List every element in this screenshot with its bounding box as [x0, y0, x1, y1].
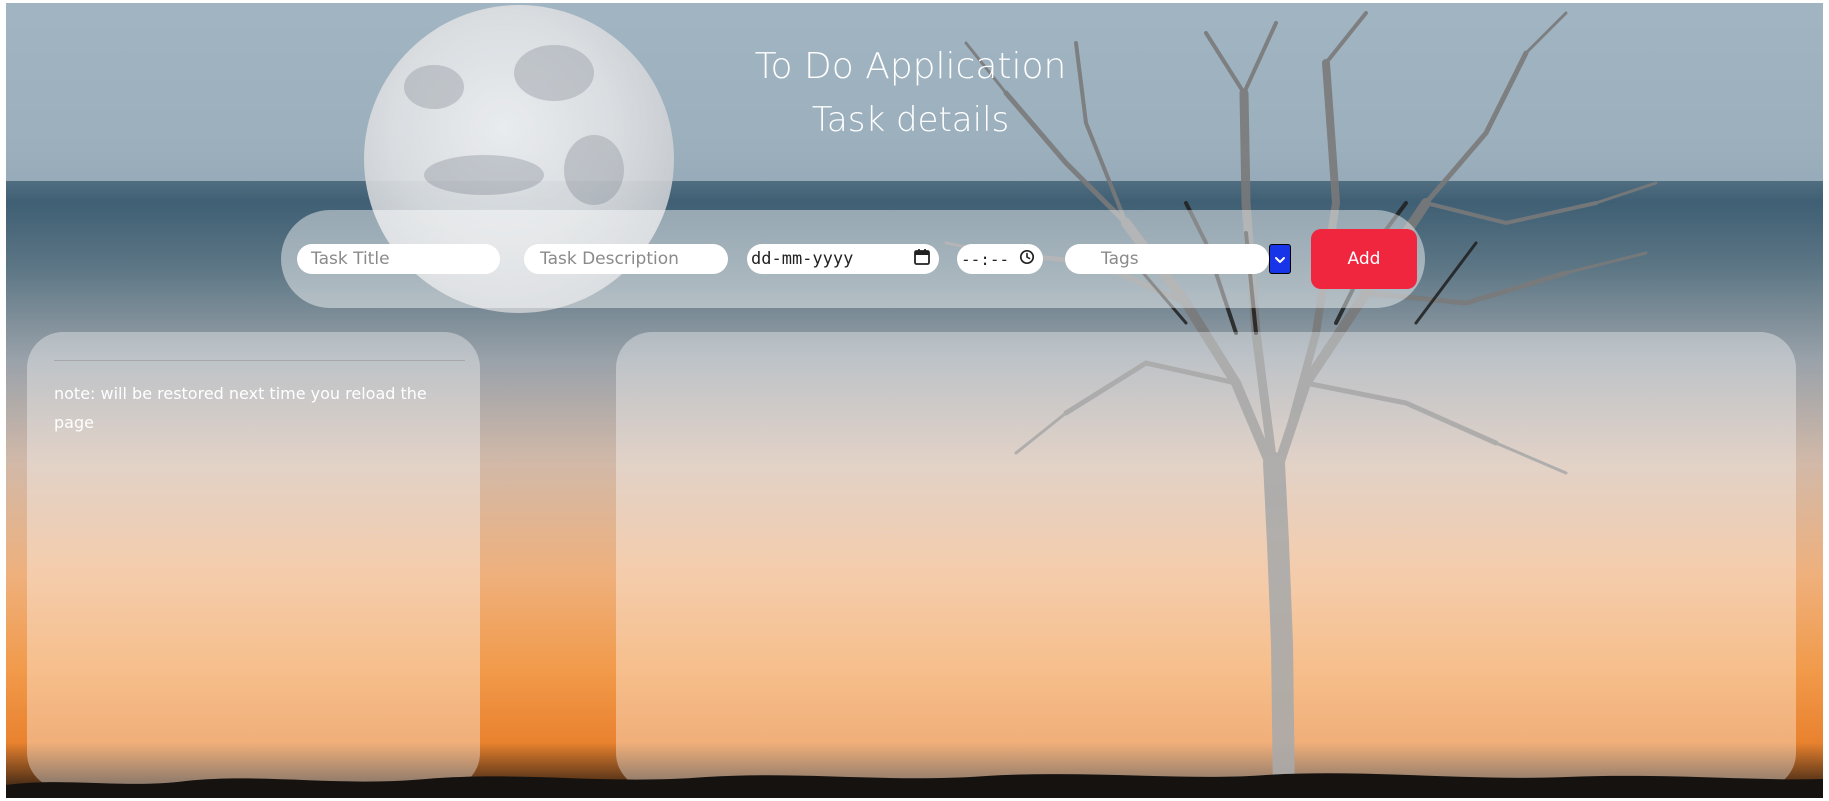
ground-silhouette [6, 773, 1823, 798]
notes-panel: note: will be restored next time you rel… [27, 332, 480, 789]
tags-dropdown-button[interactable] [1269, 244, 1291, 274]
task-tags-placeholder: Tags [1101, 249, 1139, 269]
task-list-panel [616, 332, 1796, 789]
task-time-placeholder: --:-- [961, 249, 1010, 269]
app-window: To Do Application Task details Task Titl… [6, 3, 1823, 798]
clock-icon[interactable] [1019, 249, 1035, 269]
task-date-input[interactable]: dd-mm-yyyy [747, 244, 939, 274]
chevron-down-icon [1274, 250, 1286, 269]
calendar-icon[interactable] [913, 248, 931, 271]
page-subtitle: Task details [811, 100, 1010, 140]
task-tags-select[interactable]: Tags [1065, 244, 1269, 274]
task-description-placeholder: Task Description [540, 249, 679, 269]
task-title-input[interactable]: Task Title [297, 244, 500, 274]
task-title-placeholder: Task Title [311, 249, 390, 269]
task-form: Task Title Task Description dd-mm-yyyy -… [281, 210, 1425, 308]
divider [54, 360, 465, 361]
task-description-input[interactable]: Task Description [524, 244, 728, 274]
restore-note: note: will be restored next time you rel… [54, 384, 427, 432]
task-time-input[interactable]: --:-- [957, 244, 1043, 274]
add-task-button[interactable]: Add [1311, 229, 1417, 289]
app-title: To Do Application [754, 46, 1067, 87]
task-date-placeholder: dd-mm-yyyy [751, 249, 854, 269]
